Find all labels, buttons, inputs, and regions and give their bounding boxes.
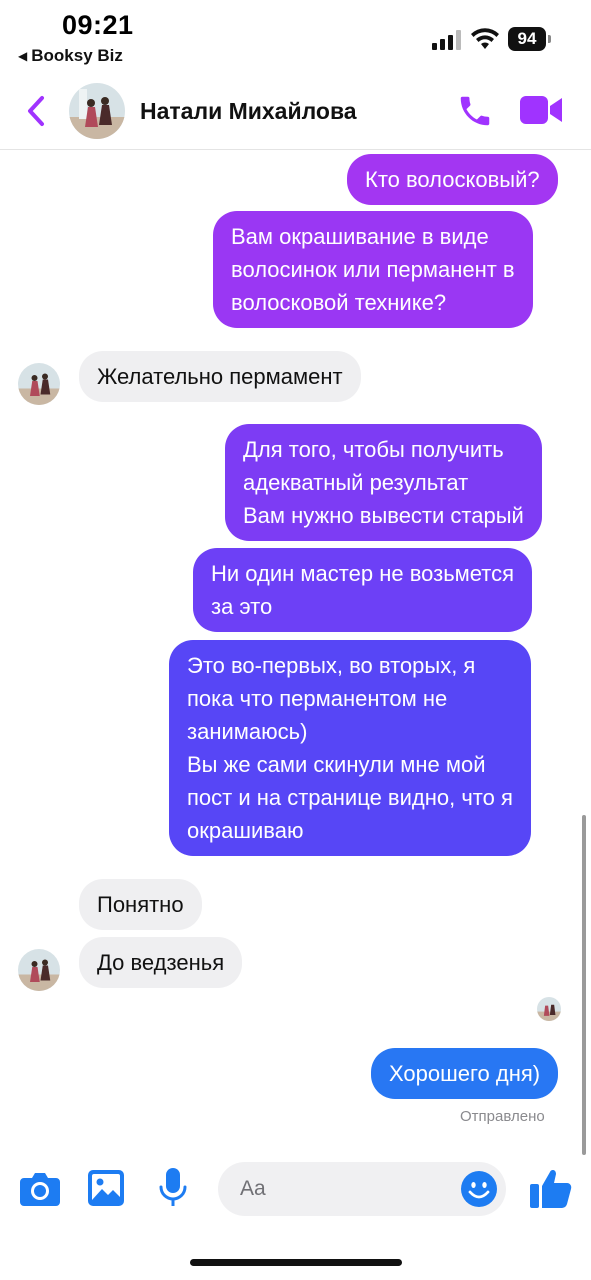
message-bubble-outgoing[interactable]: Ни один мастер не возьмется за это	[193, 548, 533, 632]
contact-message-avatar	[18, 949, 60, 991]
emoji-icon[interactable]	[461, 1171, 497, 1207]
message-bubble-incoming[interactable]: Желательно пермамент	[79, 351, 361, 402]
message-bubble-incoming[interactable]: Понятно	[79, 879, 202, 930]
contact-message-avatar	[18, 363, 60, 405]
battery-level: 94	[508, 27, 546, 51]
camera-icon[interactable]	[20, 1170, 60, 1206]
battery-icon: 94	[508, 27, 552, 51]
sent-status: Отправлено	[460, 1108, 545, 1125]
message-composer	[0, 1150, 591, 1230]
message-input-box[interactable]	[218, 1162, 506, 1216]
back-to-app-link[interactable]: ◀ Booksy Biz	[18, 46, 123, 66]
message-bubble-incoming[interactable]: До ведзенья	[79, 937, 243, 988]
phone-icon[interactable]	[456, 92, 494, 130]
read-receipt-avatar	[537, 997, 561, 1021]
contact-avatar[interactable]	[69, 83, 125, 139]
message-bubble-outgoing[interactable]: Кто волосковый?	[347, 154, 558, 205]
scrollbar[interactable]	[582, 815, 586, 1155]
status-time: 09:21	[62, 10, 134, 40]
back-app-label: Booksy Biz	[31, 46, 123, 65]
microphone-icon[interactable]	[158, 1168, 188, 1208]
message-bubble-outgoing[interactable]: Для того, чтобы получить адекватный резу…	[225, 424, 542, 541]
back-chevron-icon[interactable]	[24, 94, 48, 128]
message-bubble-outgoing[interactable]: Хорошего дня)	[371, 1048, 559, 1099]
contact-name[interactable]: Натали Михайлова	[140, 98, 357, 125]
thumbs-up-icon[interactable]	[530, 1168, 572, 1208]
back-triangle-icon: ◀	[18, 49, 28, 63]
wifi-icon	[471, 28, 499, 49]
video-camera-icon[interactable]	[520, 94, 562, 126]
cellular-signal-icon	[432, 30, 461, 50]
message-bubble-outgoing[interactable]: Это во-первых, во вторых, я пока что пер…	[169, 640, 531, 856]
chat-header: Натали Михайлова	[0, 78, 591, 150]
message-input[interactable]	[240, 1175, 460, 1203]
home-indicator[interactable]	[190, 1259, 402, 1266]
message-bubble-outgoing[interactable]: Вам окрашивание в виде волосинок или пер…	[213, 211, 533, 328]
gallery-icon[interactable]	[88, 1170, 124, 1206]
